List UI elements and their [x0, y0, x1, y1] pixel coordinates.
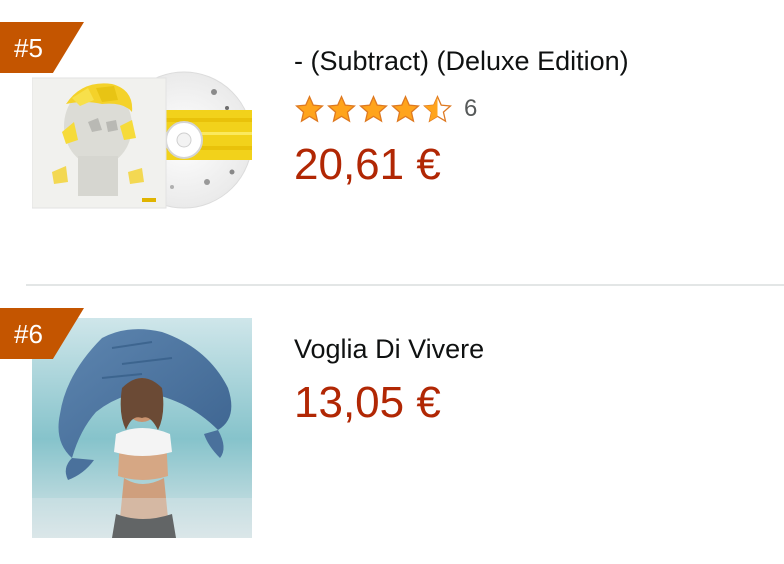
star-rating[interactable]: 6 — [294, 92, 477, 126]
product-price: 20,61 € — [294, 140, 441, 189]
star-full-icon — [359, 94, 388, 122]
product-title[interactable]: - (Subtract) (Deluxe Edition) — [294, 44, 629, 78]
star-half-icon — [423, 94, 452, 122]
product-list-item[interactable]: #6 Voglia Di Vivere 13,05 € — [0, 286, 784, 564]
star-full-icon — [295, 94, 324, 122]
rank-label: #5 — [14, 33, 43, 63]
product-list-item[interactable]: #5 - (Subtract) (Deluxe Edition) 6 20,61… — [0, 0, 784, 284]
product-image[interactable] — [32, 318, 252, 538]
product-image[interactable] — [32, 22, 252, 242]
album-cover-with-cd-icon — [32, 71, 252, 209]
star-full-icon — [391, 94, 420, 122]
stars — [294, 94, 454, 125]
rating-count[interactable]: 6 — [464, 95, 477, 123]
rank-label: #6 — [14, 319, 43, 349]
star-full-icon — [327, 94, 356, 122]
product-title[interactable]: Voglia Di Vivere — [294, 332, 484, 366]
product-price: 13,05 € — [294, 378, 441, 427]
album-cover-photo-icon — [32, 318, 252, 538]
